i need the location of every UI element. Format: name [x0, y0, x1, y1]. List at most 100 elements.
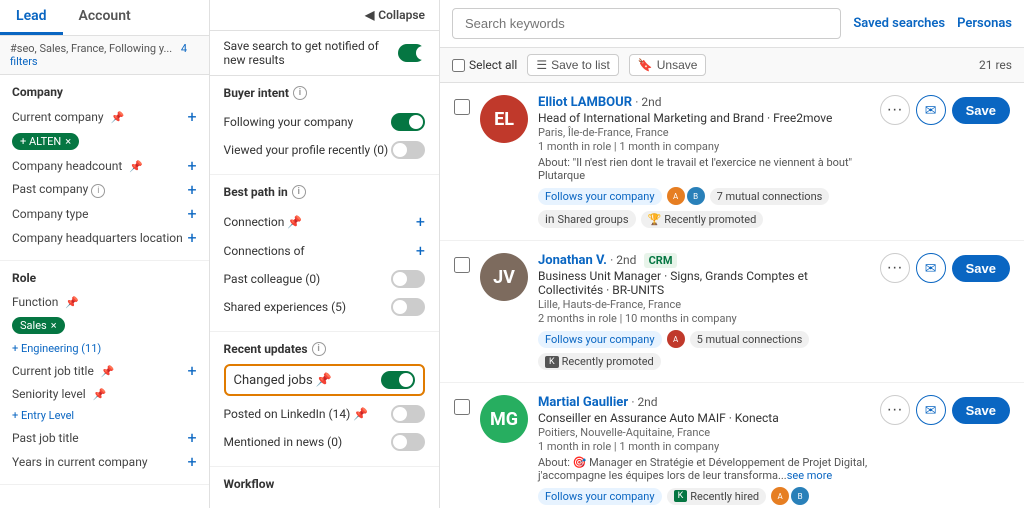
mini-avatar: B — [687, 187, 705, 205]
message-btn[interactable]: ✉ — [916, 395, 946, 425]
buyer-intent-info-icon[interactable]: i — [293, 86, 307, 100]
following-company-toggle[interactable] — [391, 113, 425, 131]
recent-updates-title: Recent updates i — [224, 342, 425, 356]
more-options-btn[interactable]: ··· — [880, 253, 910, 283]
more-options-btn[interactable]: ··· — [880, 395, 910, 425]
workflow-title: Workflow — [224, 477, 425, 491]
select-all-checkbox-label[interactable]: Select all — [452, 58, 517, 72]
save-search-label: Save search to get notified of new resul… — [224, 39, 398, 67]
card-checkbox[interactable] — [454, 399, 470, 415]
recent-updates-section: Recent updates i Changed jobs 📌 Posted o… — [210, 332, 439, 467]
past-colleague-row: Past colleague (0) — [224, 265, 425, 293]
posted-linkedin-toggle[interactable] — [391, 405, 425, 423]
see-more-link[interactable]: see more — [787, 469, 832, 482]
results-count: 21 res — [979, 58, 1012, 72]
best-path-title: Best path in i — [224, 185, 425, 199]
alten-tag[interactable]: + ALTEN × — [12, 133, 79, 150]
degree-badge: · 2nd — [635, 95, 661, 109]
add-connections-of-btn[interactable]: + — [416, 241, 425, 260]
shared-experiences-toggle[interactable] — [391, 298, 425, 316]
result-meta: 1 month in role | 1 month in company — [538, 440, 870, 453]
save-btn[interactable]: Save — [952, 397, 1010, 424]
mentioned-news-label: Mentioned in news (0) — [224, 435, 343, 449]
search-input[interactable] — [452, 8, 841, 39]
mutual-avatars: A — [667, 330, 685, 348]
function-tags-row: Sales × — [12, 313, 197, 338]
mentioned-news-toggle[interactable] — [391, 433, 425, 451]
app-container: Lead Account #seo, Sales, France, Follow… — [0, 0, 1024, 508]
message-btn[interactable]: ✉ — [916, 95, 946, 125]
add-hq-location-btn[interactable]: + — [187, 230, 196, 246]
filter-hq-location: Company headquarters location + — [12, 226, 197, 250]
results-list: EL Elliot LAMBOUR · 2nd Head of Internat… — [440, 83, 1024, 508]
degree-badge: · 2nd — [610, 253, 636, 267]
viewed-profile-toggle[interactable] — [391, 141, 425, 159]
result-name[interactable]: Jonathan V. · 2nd CRM — [538, 253, 870, 268]
add-headcount-btn[interactable]: + — [187, 158, 196, 174]
degree-badge: · 2nd — [631, 395, 657, 409]
changed-jobs-toggle[interactable] — [381, 371, 415, 389]
entry-level-link[interactable]: + Entry Level — [12, 409, 74, 422]
result-meta: 2 months in role | 10 months in company — [538, 312, 870, 325]
avatar: MG — [480, 395, 528, 443]
result-card: MG Martial Gaullier · 2nd Conseiller en … — [440, 383, 1024, 508]
personas-btn[interactable]: Personas — [957, 16, 1012, 31]
result-tags: Follows your company A 5 mutual connecti… — [538, 330, 870, 370]
add-job-title-btn[interactable]: + — [187, 363, 196, 379]
message-btn[interactable]: ✉ — [916, 253, 946, 283]
recently-promoted-tag: 🏆 Recently promoted — [641, 211, 764, 228]
viewed-profile-row: Viewed your profile recently (0) — [224, 136, 425, 164]
add-years-company-btn[interactable]: + — [187, 454, 196, 470]
persona-row: Persona New + — [224, 499, 425, 508]
recent-updates-info-icon[interactable]: i — [312, 342, 326, 356]
add-past-company-btn[interactable]: + — [187, 182, 196, 198]
engineering-filter: + Engineering (11) — [12, 338, 197, 359]
mini-avatar: A — [667, 187, 685, 205]
shared-experiences-label: Shared experiences (5) — [224, 300, 347, 314]
save-btn[interactable]: Save — [952, 97, 1010, 124]
result-name[interactable]: Elliot LAMBOUR · 2nd — [538, 95, 870, 110]
connection-row: Connection 📌 + — [224, 207, 425, 236]
add-persona-btn[interactable]: + — [416, 504, 425, 508]
mutual-avatars: A B — [667, 187, 705, 205]
more-options-btn[interactable]: ··· — [880, 95, 910, 125]
past-company-info-icon[interactable]: i — [91, 184, 105, 198]
filter-company-type: Company type + — [12, 202, 197, 226]
unsave-btn[interactable]: 🔖 Unsave — [629, 54, 707, 76]
add-connection-btn[interactable]: + — [416, 212, 425, 231]
results-toolbar: Select all ☰ Save to list 🔖 Unsave 21 re… — [440, 48, 1024, 83]
save-search-toggle[interactable] — [398, 44, 425, 62]
tab-lead[interactable]: Lead — [0, 0, 63, 35]
remove-alten-btn[interactable]: × — [65, 135, 71, 148]
add-company-type-btn[interactable]: + — [187, 206, 196, 222]
pin-icon: 📌 — [111, 111, 125, 124]
result-actions: ··· ✉ Save — [880, 253, 1010, 283]
saved-searches-btn[interactable]: Saved searches — [853, 16, 945, 31]
action-buttons-row: ··· ✉ Save — [880, 253, 1010, 283]
connections-of-row: Connections of + — [224, 236, 425, 265]
engineering-link[interactable]: + Engineering (11) — [12, 342, 101, 355]
add-past-job-btn[interactable]: + — [187, 430, 196, 446]
select-all-checkbox[interactable] — [452, 59, 465, 72]
card-checkbox[interactable] — [454, 99, 470, 115]
save-btn[interactable]: Save — [952, 255, 1010, 282]
following-company-row: Following your company — [224, 108, 425, 136]
result-about: About: 🎯 Manager en Stratégie et Dévelop… — [538, 456, 870, 482]
shared-groups-tag: in Shared groups — [538, 210, 636, 228]
sales-tag[interactable]: Sales × — [12, 317, 65, 334]
unsave-icon: 🔖 — [638, 58, 653, 72]
connection-pin-icon: 📌 — [287, 215, 302, 229]
card-checkbox[interactable] — [454, 257, 470, 273]
filter-past-company: Past company i + — [12, 178, 197, 202]
result-name[interactable]: Martial Gaullier · 2nd — [538, 395, 870, 410]
follows-tag: Follows your company — [538, 188, 662, 205]
past-colleague-toggle[interactable] — [391, 270, 425, 288]
save-to-list-btn[interactable]: ☰ Save to list — [527, 54, 618, 76]
promoted-icon: K — [545, 356, 559, 368]
collapse-button[interactable]: ◀ Collapse — [365, 8, 425, 22]
add-current-company-btn[interactable]: + — [187, 109, 196, 125]
best-path-info-icon[interactable]: i — [292, 185, 306, 199]
tab-account[interactable]: Account — [63, 0, 147, 35]
action-buttons-row: ··· ✉ Save — [880, 95, 1010, 125]
remove-sales-btn[interactable]: × — [51, 319, 57, 332]
